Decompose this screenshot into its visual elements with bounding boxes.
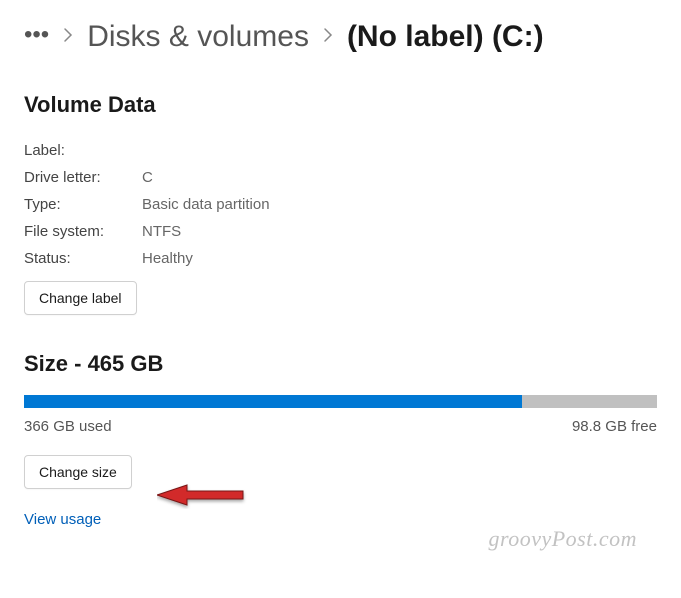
label-key: Label: [24,142,142,159]
table-row: Drive letter: C [24,169,657,186]
type-value: Basic data partition [142,196,270,213]
used-text: 366 GB used [24,418,112,435]
chevron-right-icon [63,27,73,48]
free-text: 98.8 GB free [572,418,657,435]
file-system-key: File system: [24,223,142,240]
size-section: Size - 465 GB 366 GB used 98.8 GB free C… [24,351,657,529]
storage-usage-fill [24,395,522,408]
table-row: Type: Basic data partition [24,196,657,213]
storage-usage-bar [24,395,657,408]
table-row: File system: NTFS [24,223,657,240]
type-key: Type: [24,196,142,213]
table-row: Label: [24,142,657,159]
breadcrumb: ••• Disks & volumes (No label) (C:) [24,20,657,54]
breadcrumb-ellipsis-icon[interactable]: ••• [24,21,49,49]
size-heading: Size - 465 GB [24,351,657,377]
watermark-text: groovyPost.com [488,526,637,552]
change-size-button[interactable]: Change size [24,455,132,489]
volume-data-heading: Volume Data [24,92,657,118]
breadcrumb-current: (No label) (C:) [347,20,544,54]
drive-letter-key: Drive letter: [24,169,142,186]
chevron-right-icon [323,27,333,48]
file-system-value: NTFS [142,223,181,240]
change-label-button[interactable]: Change label [24,281,137,315]
view-usage-link[interactable]: View usage [24,511,101,528]
size-labels: 366 GB used 98.8 GB free [24,418,657,435]
breadcrumb-parent-link[interactable]: Disks & volumes [87,20,309,54]
status-value: Healthy [142,250,193,267]
drive-letter-value: C [142,169,153,186]
status-key: Status: [24,250,142,267]
volume-data-table: Label: Drive letter: C Type: Basic data … [24,142,657,267]
table-row: Status: Healthy [24,250,657,267]
